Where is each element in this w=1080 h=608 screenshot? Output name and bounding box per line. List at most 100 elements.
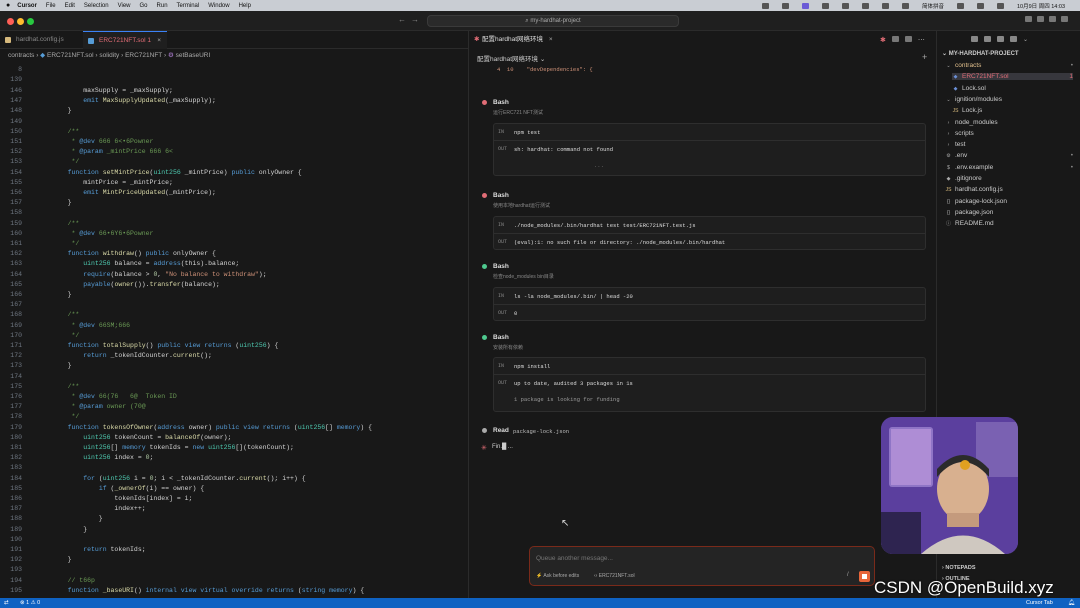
- stop-button[interactable]: [859, 571, 870, 582]
- close-window-button[interactable]: [7, 18, 14, 25]
- code-line[interactable]: uint256 balance = address(this).balance;: [52, 260, 239, 267]
- tab-erc721nft[interactable]: ERC721NFT.sol 1 ×: [83, 31, 167, 49]
- code-line[interactable]: function withdraw() public onlyOwner {: [52, 250, 216, 257]
- menu-go[interactable]: Go: [140, 3, 148, 9]
- explorer-item[interactable]: $ .env.example •: [945, 164, 1073, 171]
- forward-arrow-icon[interactable]: →: [411, 15, 419, 24]
- context-file-chip[interactable]: ‹› ERC721NFT.sol: [594, 573, 635, 579]
- code-line[interactable]: return tokenIds;: [52, 546, 145, 553]
- status-icon[interactable]: [861, 2, 869, 9]
- code-line[interactable]: function tokensOfOwner(address owner) pu…: [52, 424, 372, 431]
- more-icon[interactable]: ⋯: [918, 36, 925, 44]
- files-icon[interactable]: [971, 36, 978, 42]
- split-icon[interactable]: [891, 36, 899, 42]
- menu-view[interactable]: View: [118, 3, 131, 9]
- code-line[interactable]: }: [52, 107, 72, 114]
- lock-icon[interactable]: [904, 36, 912, 42]
- code-line[interactable]: */: [52, 158, 80, 165]
- layout-icon[interactable]: [1061, 16, 1068, 22]
- breadcrumb-item[interactable]: ERC721NFT: [125, 52, 162, 59]
- explorer-item[interactable]: ◆ .gitignore: [945, 175, 1073, 182]
- toggle-panel-icon[interactable]: [1049, 16, 1056, 22]
- step-title[interactable]: Bash: [493, 192, 509, 199]
- notepads-section[interactable]: › NOTEPADS: [942, 565, 976, 571]
- explorer-item[interactable]: › node_modules: [945, 119, 1073, 126]
- code-line[interactable]: index++;: [52, 505, 145, 512]
- explorer-item[interactable]: {} package-lock.json: [945, 198, 1073, 205]
- code-line[interactable]: }: [52, 526, 87, 533]
- status-icon[interactable]: [881, 2, 889, 9]
- menu-terminal[interactable]: Terminal: [177, 3, 200, 9]
- code-line[interactable]: uint256[] memory tokenIds = new uint256[…: [52, 444, 294, 451]
- code-line[interactable]: }: [52, 515, 103, 522]
- menu-edit[interactable]: Edit: [65, 3, 75, 9]
- explorer-item[interactable]: ⓘ README.md: [945, 220, 1073, 227]
- code-line[interactable]: function _baseURI() internal view virtua…: [52, 587, 365, 594]
- command-input[interactable]: npm test: [514, 129, 540, 136]
- back-arrow-icon[interactable]: ←: [398, 15, 406, 24]
- chat-session-selector[interactable]: 配置hardhat网络环境 ⌄: [477, 53, 545, 63]
- breadcrumb-item[interactable]: contracts: [8, 52, 34, 59]
- step-title[interactable]: Read: [493, 427, 509, 434]
- close-tab-icon[interactable]: ×: [549, 36, 553, 43]
- code-line[interactable]: /**: [52, 128, 80, 135]
- remote-icon[interactable]: ⇄: [4, 598, 9, 608]
- extensions-icon[interactable]: [1010, 36, 1017, 42]
- code-line[interactable]: // t66p: [52, 577, 95, 584]
- explorer-item[interactable]: ⌄ contracts •: [945, 62, 1073, 69]
- input-method-label[interactable]: 简体拼音: [922, 2, 944, 10]
- explorer-item[interactable]: JS Lock.js: [952, 107, 1073, 114]
- code-line[interactable]: function totalSupply() public view retur…: [52, 342, 279, 349]
- source-control-icon[interactable]: [997, 36, 1004, 42]
- menu-file[interactable]: File: [46, 3, 56, 9]
- battery-icon[interactable]: [901, 2, 909, 9]
- tab-hardhat-config[interactable]: hardhat.config.js: [0, 31, 74, 49]
- slash-command-button[interactable]: /: [847, 572, 849, 578]
- explorer-item[interactable]: › test: [945, 141, 1073, 148]
- search-icon[interactable]: [977, 2, 984, 9]
- code-line[interactable]: }: [52, 291, 72, 298]
- command-input[interactable]: ls -la node_modules/.bin/ | head -20: [514, 293, 633, 300]
- step-title[interactable]: Bash: [493, 263, 509, 270]
- menu-run[interactable]: Run: [157, 3, 168, 9]
- code-line[interactable]: tokenIds[index] = i;: [52, 495, 192, 502]
- status-icon[interactable]: [801, 2, 809, 9]
- menu-help[interactable]: Help: [239, 3, 251, 9]
- mode-selector[interactable]: ⚡ Ask before edits: [536, 573, 579, 579]
- code-line[interactable]: uint256 tokenCount = balanceOf(owner);: [52, 434, 231, 441]
- code-line[interactable]: require(balance > 0, "No balance to with…: [52, 271, 266, 278]
- minimize-window-button[interactable]: [17, 18, 24, 25]
- status-icon[interactable]: [841, 2, 849, 9]
- explorer-item[interactable]: ◆ Lock.sol: [952, 85, 1073, 92]
- close-tab-icon[interactable]: ×: [157, 32, 161, 50]
- code-line[interactable]: * @param _mintPrice 666 6<: [52, 148, 173, 155]
- menu-window[interactable]: Window: [208, 3, 229, 9]
- code-line[interactable]: * @dev 66SM;666: [52, 322, 131, 329]
- code-line[interactable]: uint256 index = 0;: [52, 454, 153, 461]
- explorer-item[interactable]: {} package.json: [945, 209, 1073, 216]
- code-line[interactable]: if (_ownerOf(i) == owner) {: [52, 485, 204, 492]
- code-line[interactable]: }: [52, 556, 72, 563]
- code-line[interactable]: */: [52, 240, 80, 247]
- breadcrumb-item[interactable]: ERC721NFT.sol: [47, 52, 94, 59]
- wifi-icon[interactable]: [957, 2, 964, 9]
- message-input[interactable]: [536, 552, 866, 564]
- cursor-tab-status[interactable]: Cursor Tab: [1026, 598, 1053, 608]
- code-line[interactable]: maxSupply = _maxSupply;: [52, 87, 173, 94]
- menubar-clock[interactable]: 10月9日 周四 14:03: [1017, 2, 1065, 10]
- explorer-item[interactable]: ⌄ ignition/modules: [945, 96, 1073, 103]
- code-line[interactable]: mintPrice = _mintPrice;: [52, 179, 173, 186]
- chevron-down-icon[interactable]: ⌄: [1023, 36, 1028, 43]
- code-line[interactable]: * @dev 66•6Y6•6Powner: [52, 230, 154, 237]
- explorer-item[interactable]: ◆ ERC721NFT.sol 1: [952, 73, 1073, 81]
- explorer-item[interactable]: ⚙ .env •: [945, 152, 1073, 159]
- code-line[interactable]: /**: [52, 220, 80, 227]
- code-line[interactable]: emit MintPriceUpdated(_mintPrice);: [52, 189, 216, 196]
- breadcrumb-item[interactable]: setBaseURI: [176, 52, 211, 59]
- search-icon[interactable]: [984, 36, 991, 42]
- code-line[interactable]: payable(owner()).transfer(balance);: [52, 281, 220, 288]
- code-line[interactable]: emit MaxSupplyUpdated(_maxSupply);: [52, 97, 216, 104]
- code-line[interactable]: for (uint256 i = 0; i < _tokenIdCounter.…: [52, 475, 305, 482]
- settings-icon[interactable]: [1025, 16, 1032, 22]
- command-input[interactable]: npm install: [514, 363, 550, 370]
